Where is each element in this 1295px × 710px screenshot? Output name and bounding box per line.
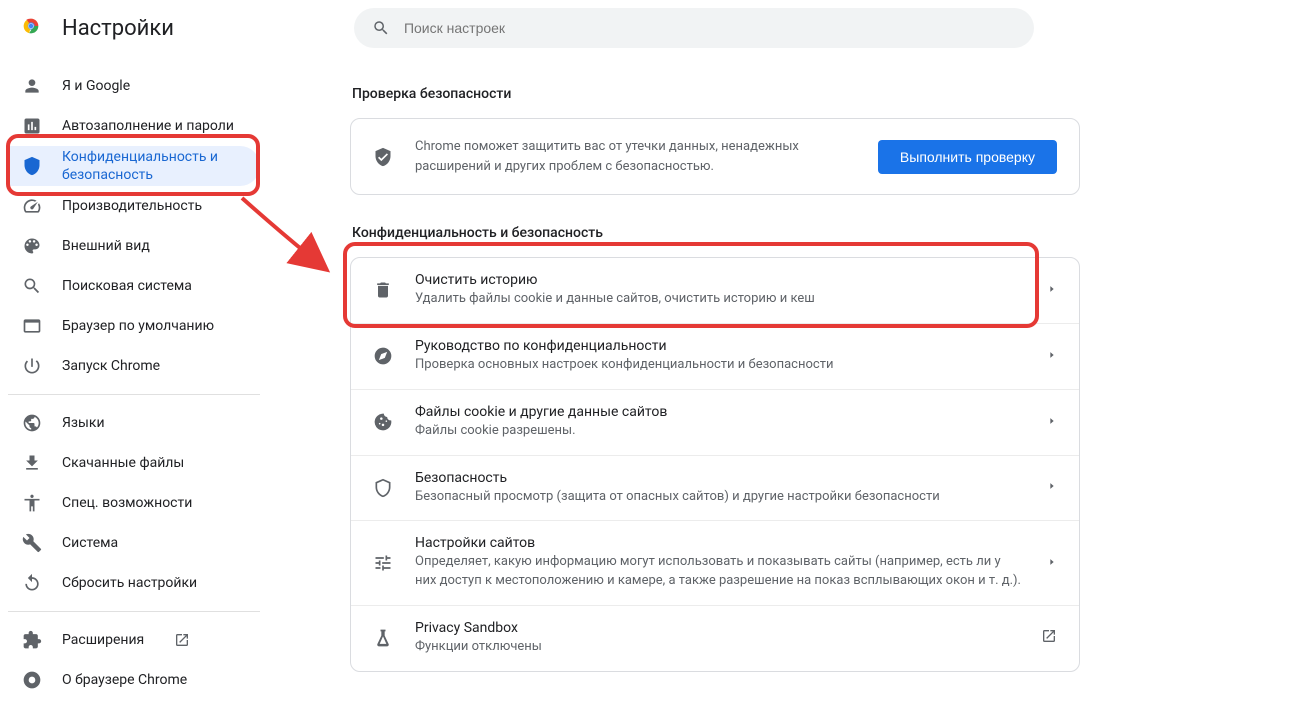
reset-icon <box>22 573 42 593</box>
sidebar-item-label: Расширения <box>62 631 144 649</box>
wrench-icon <box>22 533 42 553</box>
chevron-right-icon <box>1047 556 1057 571</box>
globe-icon <box>22 413 42 433</box>
open-in-new-icon <box>1041 628 1057 648</box>
privacy-heading: Конфиденциальность и безопасность <box>352 225 1080 241</box>
sidebar-item-label: Спец. возможности <box>62 494 192 512</box>
sidebar-item-label: Производительность <box>62 197 202 215</box>
cookie-icon <box>373 412 393 432</box>
page-title: Настройки <box>62 16 174 41</box>
search-box[interactable] <box>354 8 1034 48</box>
shield-icon <box>22 156 42 176</box>
row-desc: Файлы cookie разрешены. <box>415 422 1025 441</box>
sidebar-item-extensions[interactable]: Расширения <box>8 620 260 660</box>
sidebar-item-label: Автозаполнение и пароли <box>62 117 234 135</box>
row-title: Файлы cookie и другие данные сайтов <box>415 404 1025 420</box>
sidebar-item-label: Конфиденциальность и безопасность <box>62 148 252 184</box>
sidebar-item-default-browser[interactable]: Браузер по умолчанию <box>8 306 260 346</box>
chrome-logo-icon <box>20 15 42 41</box>
extension-icon <box>22 630 42 650</box>
accessibility-icon <box>22 493 42 513</box>
privacy-row-site-settings[interactable]: Настройки сайтов Определяет, какую инфор… <box>351 520 1079 605</box>
sidebar-item-reset[interactable]: Сбросить настройки <box>8 563 260 603</box>
sidebar-item-you-and-google[interactable]: Я и Google <box>8 66 260 106</box>
browser-icon <box>22 316 42 336</box>
palette-icon <box>22 236 42 256</box>
sidebar-item-label: Внешний вид <box>62 237 150 255</box>
privacy-row-security[interactable]: Безопасность Безопасный просмотр (защита… <box>351 455 1079 521</box>
search-engine-icon <box>22 276 42 296</box>
tune-icon <box>373 553 393 573</box>
safety-card: Chrome поможет защитить вас от утечки да… <box>350 118 1080 195</box>
autofill-icon <box>22 116 42 136</box>
row-desc: Удалить файлы cookie и данные сайтов, оч… <box>415 290 1025 309</box>
privacy-row-cookies[interactable]: Файлы cookie и другие данные сайтов Файл… <box>351 389 1079 455</box>
row-title: Настройки сайтов <box>415 535 1025 551</box>
sidebar-item-system[interactable]: Система <box>8 523 260 563</box>
open-in-new-icon <box>174 632 190 648</box>
chevron-right-icon <box>1047 349 1057 364</box>
row-title: Безопасность <box>415 470 1025 486</box>
privacy-card: Очистить историю Удалить файлы cookie и … <box>350 257 1080 672</box>
sidebar-item-label: Скачанные файлы <box>62 454 184 472</box>
divider <box>8 394 260 395</box>
compass-icon <box>373 346 393 366</box>
search-icon <box>372 19 390 37</box>
sidebar-item-label: О браузере Chrome <box>62 671 187 689</box>
sidebar-item-performance[interactable]: Производительность <box>8 186 260 226</box>
sidebar-item-appearance[interactable]: Внешний вид <box>8 226 260 266</box>
sidebar-item-label: Запуск Chrome <box>62 357 160 375</box>
row-desc: Функции отключены <box>415 638 1019 657</box>
speed-icon <box>22 196 42 216</box>
trash-icon <box>373 280 393 300</box>
sidebar-item-label: Языки <box>62 414 105 432</box>
row-desc: Безопасный просмотр (защита от опасных с… <box>415 488 1025 507</box>
person-icon <box>22 76 42 96</box>
run-safety-check-button[interactable]: Выполнить проверку <box>878 140 1057 174</box>
shield-outline-icon <box>373 478 393 498</box>
chevron-right-icon <box>1047 283 1057 298</box>
power-icon <box>22 356 42 376</box>
row-title: Очистить историю <box>415 272 1025 288</box>
sidebar-item-autofill[interactable]: Автозаполнение и пароли <box>8 106 260 146</box>
privacy-row-privacy-sandbox[interactable]: Privacy Sandbox Функции отключены <box>351 605 1079 671</box>
safety-heading: Проверка безопасности <box>352 86 1080 102</box>
sidebar-item-accessibility[interactable]: Спец. возможности <box>8 483 260 523</box>
privacy-row-clear-browsing-data[interactable]: Очистить историю Удалить файлы cookie и … <box>351 258 1079 323</box>
sidebar-item-languages[interactable]: Языки <box>8 403 260 443</box>
divider <box>8 611 260 612</box>
row-desc: Проверка основных настроек конфиденциаль… <box>415 356 1025 375</box>
sidebar-item-label: Браузер по умолчанию <box>62 317 214 335</box>
sidebar-item-label: Сбросить настройки <box>62 574 197 592</box>
safety-text: Chrome поможет защитить вас от утечки да… <box>415 137 856 176</box>
shield-check-icon <box>373 147 393 167</box>
about-chrome-icon <box>22 670 42 690</box>
privacy-row-privacy-guide[interactable]: Руководство по конфиденциальности Провер… <box>351 323 1079 389</box>
sidebar-item-about-chrome[interactable]: О браузере Chrome <box>8 660 260 700</box>
sidebar-item-label: Поисковая система <box>62 277 192 295</box>
sidebar-item-search-engine[interactable]: Поисковая система <box>8 266 260 306</box>
flask-icon <box>373 628 393 648</box>
download-icon <box>22 453 42 473</box>
sidebar: Я и Google Автозаполнение и пароли Конфи… <box>0 56 260 710</box>
chevron-right-icon <box>1047 415 1057 430</box>
sidebar-item-label: Я и Google <box>62 77 130 95</box>
row-title: Руководство по конфиденциальности <box>415 338 1025 354</box>
row-desc: Определяет, какую информацию могут испол… <box>415 553 1025 591</box>
row-title: Privacy Sandbox <box>415 620 1019 636</box>
chevron-right-icon <box>1047 480 1057 495</box>
search-input[interactable] <box>404 20 1016 36</box>
sidebar-item-downloads[interactable]: Скачанные файлы <box>8 443 260 483</box>
sidebar-item-startup[interactable]: Запуск Chrome <box>8 346 260 386</box>
sidebar-item-label: Система <box>62 534 118 552</box>
sidebar-item-privacy-security[interactable]: Конфиденциальность и безопасность <box>8 146 260 186</box>
